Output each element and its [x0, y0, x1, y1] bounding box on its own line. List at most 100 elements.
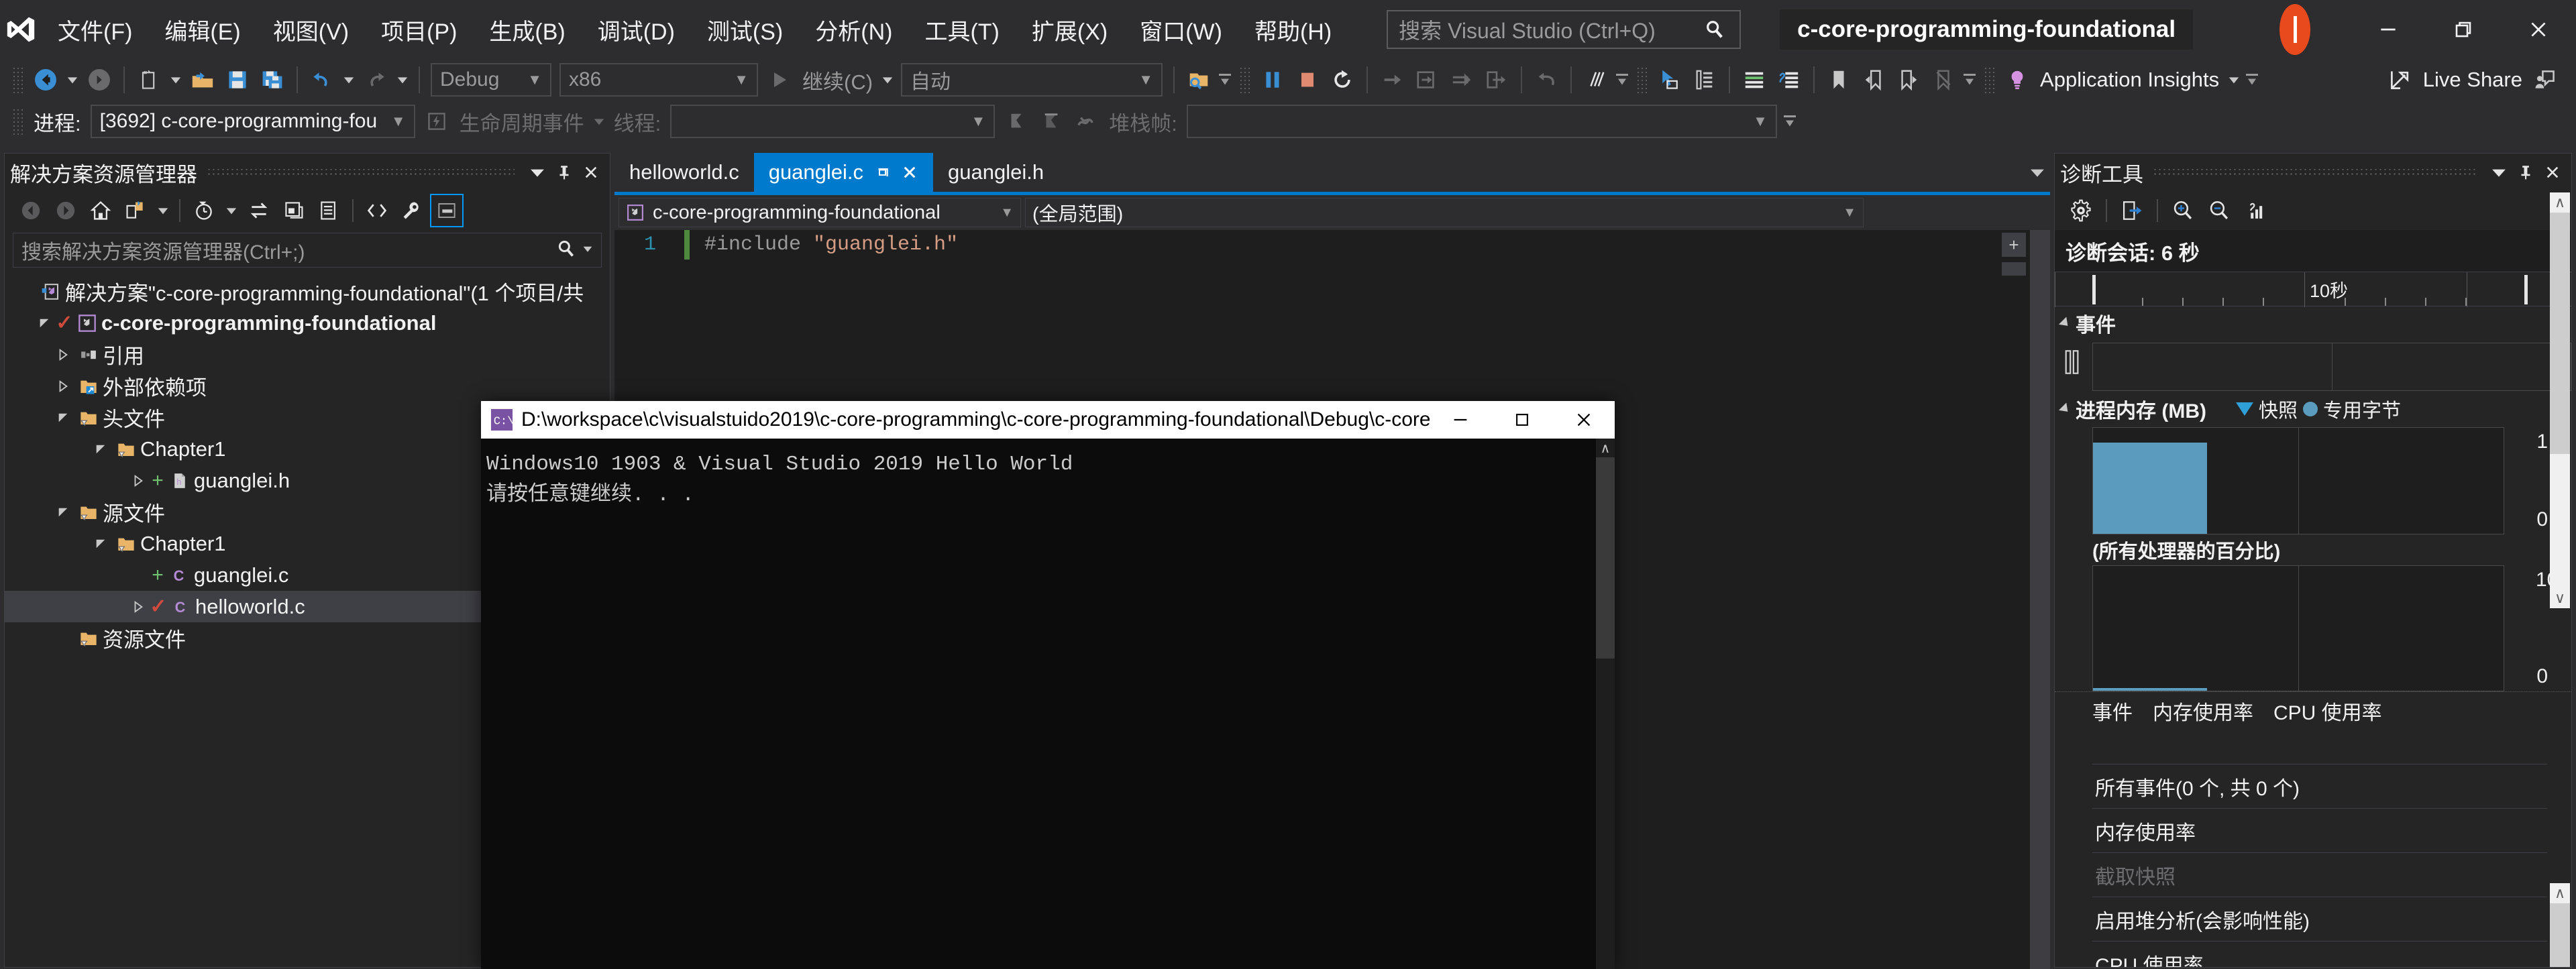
- console-output[interactable]: Windows10 1903 & Visual Studio 2019 Hell…: [481, 439, 1615, 969]
- toolbar-grip[interactable]: [1636, 66, 1648, 93]
- insights-overflow-icon[interactable]: [2243, 74, 2261, 86]
- feedback-icon[interactable]: [2528, 62, 2563, 97]
- previous-bookmark-icon[interactable]: [1856, 62, 1891, 97]
- redo-icon[interactable]: [358, 62, 393, 97]
- console-maximize-button[interactable]: [1491, 401, 1553, 439]
- close-button[interactable]: [2501, 0, 2576, 59]
- live-share-button[interactable]: Live Share: [2418, 68, 2528, 92]
- menu-file[interactable]: 文件(F): [42, 0, 148, 59]
- diag-tab-events[interactable]: 事件: [2092, 696, 2133, 726]
- diagnostic-graph-scrollbar[interactable]: ∧ ∨: [2550, 192, 2570, 608]
- diag-row-memory-usage[interactable]: 内存使用率: [2092, 808, 2547, 852]
- reset-zoom-chart-icon[interactable]: [2239, 194, 2272, 227]
- diag-tab-cpu-usage[interactable]: CPU 使用率: [2273, 696, 2382, 726]
- debug-target-combo[interactable]: 自动 ▼: [901, 63, 1163, 97]
- stackframe-combo[interactable]: ▼: [1186, 105, 1777, 138]
- diag-row-take-snapshot[interactable]: 截取快照: [2092, 852, 2547, 897]
- debugbar-overflow-icon[interactable]: [1781, 115, 1799, 127]
- back-icon[interactable]: [14, 194, 48, 227]
- pause-icon[interactable]: [1255, 62, 1290, 97]
- undo-dropdown-icon[interactable]: [339, 62, 358, 97]
- application-insights-icon[interactable]: [2000, 62, 2035, 97]
- tab-helloworld-c[interactable]: helloworld.c: [614, 153, 754, 192]
- thread-combo[interactable]: ▼: [670, 105, 996, 138]
- tree-item-project[interactable]: ✓ c-core-programming-foundational: [5, 307, 610, 339]
- twisty-expanded-icon[interactable]: [33, 317, 56, 329]
- continue-button[interactable]: 继续(C): [797, 65, 878, 95]
- configuration-combo[interactable]: Debug ▼: [431, 63, 551, 97]
- comment-lines-icon[interactable]: [1737, 62, 1772, 97]
- step-back-icon[interactable]: [1529, 62, 1564, 97]
- toolbar-grip[interactable]: [1239, 66, 1250, 93]
- navigate-backward-dropdown-icon[interactable]: [63, 62, 82, 97]
- menu-debug[interactable]: 调试(D): [582, 0, 691, 59]
- panel-drag-handle[interactable]: [207, 169, 515, 176]
- zoom-out-icon[interactable]: [2202, 194, 2236, 227]
- console-title-bar[interactable]: C:\ D:\workspace\c\visualstuido2019\c-co…: [481, 401, 1615, 439]
- restart-icon[interactable]: [1325, 62, 1360, 97]
- memory-group-header[interactable]: 进程内存 (MB) 快照 专用字节: [2055, 391, 2571, 427]
- save-icon[interactable]: [220, 62, 255, 97]
- member-scope-combo[interactable]: (全局范围) ▼: [1025, 198, 1864, 227]
- refresh-icon[interactable]: [277, 194, 311, 227]
- step-over-icon[interactable]: [1444, 62, 1479, 97]
- export-icon[interactable]: [2115, 194, 2149, 227]
- bookmark-icon[interactable]: [1821, 62, 1856, 97]
- switch-views-icon[interactable]: [119, 194, 152, 227]
- scroll-up-icon[interactable]: ∧: [2550, 192, 2570, 213]
- properties-icon[interactable]: [395, 194, 429, 227]
- intellitrace-icon[interactable]: [1578, 62, 1613, 97]
- memory-usage-chart[interactable]: 1 0: [2092, 427, 2548, 534]
- application-insights-button[interactable]: Application Insights: [2035, 68, 2224, 92]
- step-into-icon[interactable]: [1409, 62, 1444, 97]
- pending-changes-icon[interactable]: [187, 194, 221, 227]
- solution-explorer-search-input[interactable]: 搜索解决方案资源管理器(Ctrl+;): [13, 233, 602, 268]
- tab-guanglei-c[interactable]: guanglei.c: [753, 153, 934, 192]
- close-icon[interactable]: [2539, 157, 2566, 188]
- console-close-button[interactable]: [1553, 401, 1615, 439]
- scroll-up-icon[interactable]: ∧: [1596, 439, 1615, 457]
- menu-build[interactable]: 生成(B): [473, 0, 581, 59]
- menu-window[interactable]: 窗口(W): [1124, 0, 1238, 59]
- tree-item-solution[interactable]: 解决方案"c-core-programming-foundational"(1 …: [5, 276, 610, 307]
- twisty-expanded-icon[interactable]: [2058, 317, 2072, 330]
- tab-list-dropdown-icon[interactable]: [2030, 153, 2045, 192]
- timeline-ruler[interactable]: 10秒: [2055, 272, 2571, 307]
- menu-view[interactable]: 视图(V): [257, 0, 365, 59]
- twisty-collapsed-icon[interactable]: [127, 600, 150, 613]
- twisty-expanded-icon[interactable]: [2058, 402, 2072, 416]
- split-view-icon[interactable]: +: [2002, 233, 2026, 257]
- new-file-dropdown-icon[interactable]: [166, 62, 185, 97]
- scroll-down-icon[interactable]: ∨: [2550, 588, 2570, 608]
- navigate-backward-icon[interactable]: [28, 62, 63, 97]
- continue-dropdown-icon[interactable]: [878, 62, 897, 97]
- navigate-forward-icon[interactable]: [82, 62, 117, 97]
- debug-overflow-icon[interactable]: [1613, 74, 1631, 86]
- zoom-in-icon[interactable]: [2166, 194, 2200, 227]
- debugbar-grip[interactable]: [12, 108, 23, 135]
- project-scope-combo[interactable]: c-core-programming-foundational ▼: [619, 198, 1021, 227]
- pin-icon[interactable]: [551, 157, 578, 188]
- pin-icon[interactable]: [875, 164, 892, 180]
- live-visual-tree-icon[interactable]: [1687, 62, 1722, 97]
- text-editor-overflow-icon[interactable]: [1961, 74, 1978, 86]
- toolbar-grip[interactable]: [12, 66, 23, 93]
- new-file-icon[interactable]: [131, 62, 166, 97]
- show-next-statement-icon[interactable]: [1375, 62, 1409, 97]
- cpu-usage-chart[interactable]: 100 0: [2092, 565, 2569, 691]
- clear-bookmarks-icon[interactable]: [1926, 62, 1961, 97]
- process-combo[interactable]: [3692] c-core-programming-fou ▼: [90, 105, 415, 138]
- continue-play-icon[interactable]: [762, 62, 797, 97]
- panel-menu-icon[interactable]: [2485, 157, 2512, 188]
- console-minimize-button[interactable]: [1430, 401, 1491, 439]
- events-group-header[interactable]: 事件: [2055, 306, 2571, 340]
- pending-changes-dropdown-icon[interactable]: [222, 193, 241, 228]
- diag-row-all-events[interactable]: 所有事件(0 个, 共 0 个): [2092, 764, 2547, 808]
- live-share-icon[interactable]: [2383, 62, 2418, 97]
- search-options-dropdown-icon[interactable]: [582, 243, 593, 258]
- twisty-collapsed-icon[interactable]: [127, 474, 150, 487]
- twisty-expanded-icon[interactable]: [52, 412, 74, 424]
- tab-guanglei-h[interactable]: guanglei.h: [933, 153, 1059, 192]
- scroll-up-icon[interactable]: ∧: [2550, 883, 2570, 903]
- tree-item-external-dependencies[interactable]: 外部依赖项: [5, 370, 610, 402]
